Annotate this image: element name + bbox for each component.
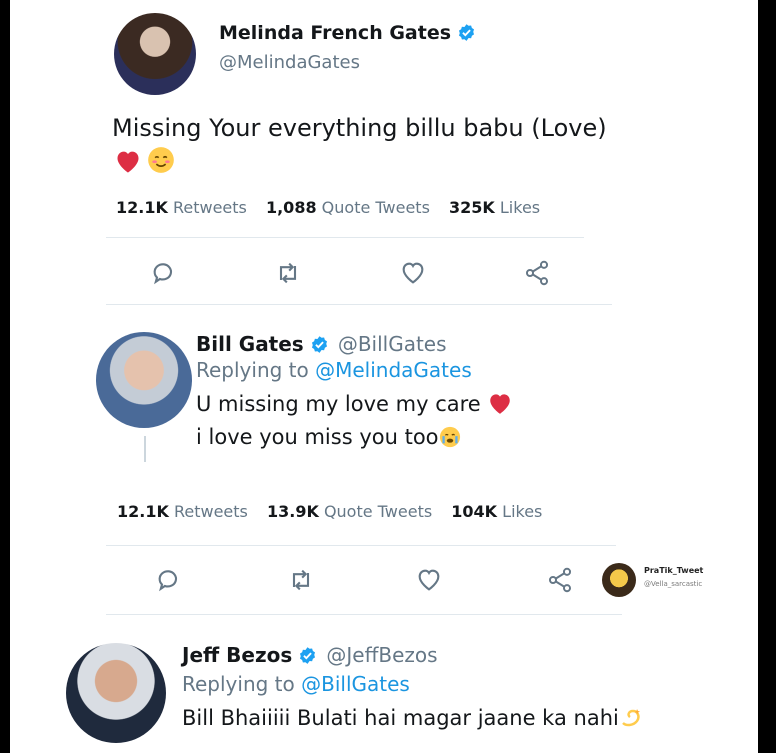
heart-icon [402,262,424,284]
red-heart-emoji [117,151,139,173]
replying-to-line: Replying to @BillGates [182,672,410,696]
likes-stat[interactable]: 325K Likes [449,198,540,217]
tweet-text-melinda: Missing Your everything billu babu (Love… [112,114,607,142]
author-row-jeff-bezos: Jeff Bezos @JeffBezos [182,643,438,667]
share-button[interactable] [546,566,574,594]
verified-badge-icon [459,24,475,41]
retweets-stat[interactable]: 12.1K Retweets [117,502,248,521]
reply-button[interactable] [155,566,183,594]
author-name-melinda[interactable]: Melinda French Gates [219,22,476,44]
author-name-jeff-bezos[interactable]: Jeff Bezos [182,643,292,667]
tweet-stats-bill-gates: 12.1K Retweets 13.9K Quote Tweets 104K L… [117,502,542,521]
smiling-face-emoji [148,147,174,173]
replying-to-mention[interactable]: @MelindaGates [315,358,472,382]
tweet-screenshot-card: Melinda French Gates @MelindaGates Missi… [10,0,758,753]
divider [106,545,616,546]
avatar-jeff-bezos[interactable] [66,643,166,743]
avatar-bill-gates[interactable] [96,332,192,428]
retweets-stat[interactable]: 12.1K Retweets [116,198,247,217]
replying-to-line: Replying to @MelindaGates [196,358,472,382]
tweet-text-jeff-bezos: Bill Bhaiiiii Bulati hai magar jaane ka … [182,705,643,730]
tweet-emoji-row [114,146,175,174]
like-button[interactable] [415,566,443,594]
like-button[interactable] [399,259,427,287]
thread-line [144,436,146,462]
share-icon [548,567,572,593]
tweet-text-line2: i love you miss you too [196,425,461,449]
likes-stat[interactable]: 104K Likes [451,502,542,521]
author-name-bill-gates[interactable]: Bill Gates [196,332,304,356]
author-handle-melinda[interactable]: @MelindaGates [219,52,360,73]
tweet-text-line1: U missing my love my care [196,391,513,416]
divider [106,304,612,305]
replying-to-mention[interactable]: @BillGates [301,672,410,696]
divider [106,614,622,615]
reply-icon [153,263,173,285]
divider [106,237,584,238]
quote-tweets-stat[interactable]: 1,088 Quote Tweets [266,198,430,217]
watermark-subtitle: @Vella_sarcastic [644,580,703,588]
retweet-icon [279,262,297,284]
dizzy-emoji [621,709,640,727]
watermark-avatar [602,563,636,597]
red-heart-emoji [490,394,511,414]
verified-badge-icon [300,647,316,664]
author-row-bill-gates: Bill Gates @BillGates [196,332,447,356]
quote-tweets-stat[interactable]: 13.9K Quote Tweets [267,502,432,521]
retweet-button[interactable] [274,259,302,287]
share-button[interactable] [523,259,551,287]
tweet-stats-melinda: 12.1K Retweets 1,088 Quote Tweets 325K L… [116,198,540,217]
avatar-melinda[interactable] [114,13,196,95]
share-icon [525,260,549,286]
crying-face-emoji [439,426,460,448]
retweet-icon [292,569,310,591]
author-handle-jeff-bezos[interactable]: @JeffBezos [326,643,437,667]
author-handle-bill-gates[interactable]: @BillGates [338,332,447,356]
verified-badge-icon [311,336,327,353]
heart-icon [418,569,440,591]
reply-button[interactable] [150,259,178,287]
watermark-title: PraTik_Tweet [644,566,704,575]
reply-icon [158,570,178,592]
retweet-button[interactable] [287,566,315,594]
